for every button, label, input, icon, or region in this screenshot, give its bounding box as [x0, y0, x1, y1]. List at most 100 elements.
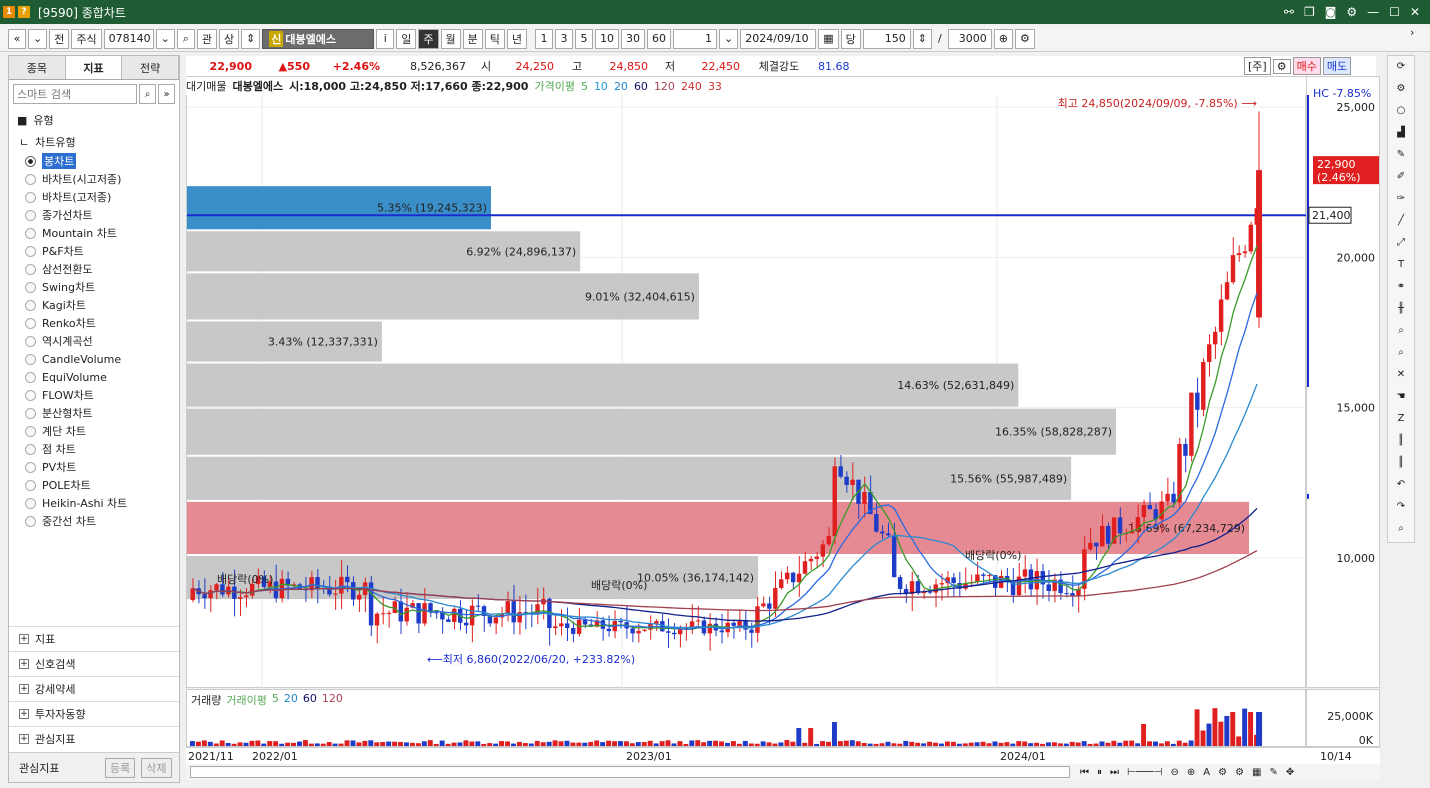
period-2[interactable]: 월: [440, 28, 461, 49]
chart-type-option[interactable]: P&F차트: [9, 242, 179, 260]
all-button[interactable]: 전: [49, 28, 70, 49]
count-input[interactable]: 150: [862, 28, 911, 49]
close-icon[interactable]: ✕: [1410, 5, 1420, 19]
chart-icon[interactable]: ▟: [1391, 122, 1411, 142]
undo-icon[interactable]: ↶: [1391, 474, 1411, 494]
current-button[interactable]: 당: [840, 28, 861, 49]
chart-type-option[interactable]: 삼선전환도: [9, 260, 179, 278]
help-badge[interactable]: ?: [18, 6, 30, 18]
zoom-plus-icon[interactable]: ⊕: [993, 28, 1013, 49]
bars2-icon[interactable]: ║: [1391, 452, 1411, 472]
scroll-start-icon[interactable]: ⏭: [1110, 767, 1119, 778]
register-button[interactable]: 등록: [105, 757, 136, 778]
toolbar-more-icon[interactable]: ›: [1410, 26, 1424, 50]
interval-dropdown-icon[interactable]: ⌄: [719, 28, 739, 49]
section-4[interactable]: + 관심지표: [9, 726, 179, 751]
clipboard-icon[interactable]: ❐: [1304, 5, 1315, 19]
pen2-icon[interactable]: ✐: [1391, 166, 1411, 186]
stock-code-input[interactable]: 078140: [103, 28, 154, 49]
chart-type-option[interactable]: 점 차트: [9, 440, 179, 458]
circle-icon[interactable]: ○: [1391, 100, 1411, 120]
refresh-icon[interactable]: ⟳: [1391, 56, 1411, 76]
period-5[interactable]: 년: [506, 28, 528, 49]
text-icon[interactable]: T: [1391, 254, 1411, 274]
chart-type-option[interactable]: FLOW차트: [9, 386, 179, 404]
hand-icon[interactable]: ☚: [1391, 386, 1411, 406]
search-icon[interactable]: ⌕: [139, 84, 156, 104]
section-1[interactable]: + 신호검색: [9, 651, 179, 676]
candle-icon[interactable]: ╫: [1391, 298, 1411, 318]
expand-icon[interactable]: »: [158, 84, 175, 104]
code-dropdown-icon[interactable]: ⌄: [155, 28, 175, 49]
chart-type-option[interactable]: CandleVolume: [9, 350, 179, 368]
count-stepper[interactable]: ⇕: [912, 28, 932, 49]
magnifier-icon[interactable]: ⌕: [1391, 320, 1411, 340]
interval-30[interactable]: 30: [621, 28, 646, 49]
updown-icon[interactable]: ⇕: [241, 28, 261, 49]
chart-type-option[interactable]: Heikin-Ashi 차트: [9, 494, 179, 512]
volume-chart[interactable]: 거래량 거래이평 5 20 60 120: [186, 689, 1306, 747]
zoom-icon[interactable]: ⌕: [1391, 518, 1411, 538]
pen-icon[interactable]: ✎: [1391, 144, 1411, 164]
bars-icon[interactable]: ║: [1391, 430, 1411, 450]
edit-icon[interactable]: ✎: [1270, 767, 1278, 778]
delete-button[interactable]: 삭제: [141, 757, 172, 778]
line-icon[interactable]: ╱: [1391, 210, 1411, 230]
market-select[interactable]: 주식: [71, 28, 102, 49]
interval-input[interactable]: 1: [673, 28, 718, 49]
camera-icon[interactable]: ◙: [1325, 5, 1337, 19]
period-1[interactable]: 주: [418, 28, 439, 49]
chart-type-option[interactable]: Renko차트: [9, 314, 179, 332]
price-chart-svg[interactable]: 5.35% (19,245,323) 6.92% (24,896,137) 9.01…: [187, 77, 1307, 689]
redo-icon[interactable]: ↷: [1391, 496, 1411, 516]
period-4[interactable]: 틱: [484, 28, 505, 49]
chart-type-option[interactable]: 분산형차트: [9, 404, 179, 422]
chart-type-option[interactable]: 바차트(시고저종): [9, 170, 179, 188]
chart-type-option[interactable]: Swing차트: [9, 278, 179, 296]
next-button[interactable]: ⌄: [28, 28, 48, 49]
zoom-slider[interactable]: ⊢───⊣: [1127, 767, 1162, 778]
stock-name-box[interactable]: 신 대봉엘에스: [262, 28, 375, 49]
section-3[interactable]: + 투자자동향: [9, 701, 179, 726]
type-section[interactable]: ■ 유형: [9, 108, 179, 132]
chart-type-option[interactable]: PV차트: [9, 458, 179, 476]
interval-1[interactable]: 1: [535, 28, 554, 49]
z-icon[interactable]: Z: [1391, 408, 1411, 428]
pen3-icon[interactable]: ✑: [1391, 188, 1411, 208]
scroll-track[interactable]: [190, 766, 1070, 778]
interval-5[interactable]: 5: [575, 28, 594, 49]
gear-icon[interactable]: ⚙: [1391, 78, 1411, 98]
stock-type-button[interactable]: [주]: [1244, 57, 1271, 75]
chart-settings-icon[interactable]: ⚙: [1272, 58, 1291, 74]
chart-type-option[interactable]: Kagi차트: [9, 296, 179, 314]
chart-type-option[interactable]: 종가선차트: [9, 206, 179, 224]
chart-type-option[interactable]: 계단 차트: [9, 422, 179, 440]
section-0[interactable]: + 지표: [9, 626, 179, 651]
gwan-button[interactable]: 관: [196, 28, 217, 49]
total-input[interactable]: 3000: [947, 28, 992, 49]
left-tab-2[interactable]: 전략: [122, 56, 180, 79]
chart-type-option[interactable]: 봉차트: [9, 152, 179, 170]
left-tab-1[interactable]: 지표: [65, 56, 123, 79]
section-2[interactable]: + 강세약세: [9, 676, 179, 701]
chart-type-option[interactable]: Mountain 차트: [9, 224, 179, 242]
link-icon[interactable]: ⚭: [1391, 276, 1411, 296]
chart-scrollbar[interactable]: ⏮ ⏸ ⏭ ⊢───⊣ ⊖ ⊕ A ⚙ ⚙ ▦ ✎ ✥: [186, 764, 1380, 780]
volume-chart-svg[interactable]: [187, 690, 1307, 748]
chart-type-option[interactable]: 역시계곡선: [9, 332, 179, 350]
gear-icon[interactable]: ⚙: [1346, 5, 1357, 19]
sell-button[interactable]: 매도: [1322, 57, 1352, 75]
minimize-icon[interactable]: —: [1367, 5, 1379, 19]
interval-60[interactable]: 60: [647, 28, 672, 49]
clock-icon[interactable]: ⚙: [1235, 767, 1244, 778]
move-icon[interactable]: ✥: [1286, 767, 1294, 778]
calendar-icon[interactable]: ▦: [818, 28, 839, 49]
pause-icon[interactable]: ⏸: [1097, 767, 1102, 778]
sang-button[interactable]: 상: [218, 28, 240, 49]
zoom-out-icon[interactable]: ⊖: [1170, 767, 1178, 778]
scroll-end-icon[interactable]: ⏮: [1080, 767, 1089, 778]
grid-icon[interactable]: ▦: [1252, 767, 1261, 778]
info-button[interactable]: i: [376, 28, 395, 49]
chart-type-option[interactable]: 바차트(고저종): [9, 188, 179, 206]
settings-icon[interactable]: ⚙: [1014, 28, 1035, 49]
